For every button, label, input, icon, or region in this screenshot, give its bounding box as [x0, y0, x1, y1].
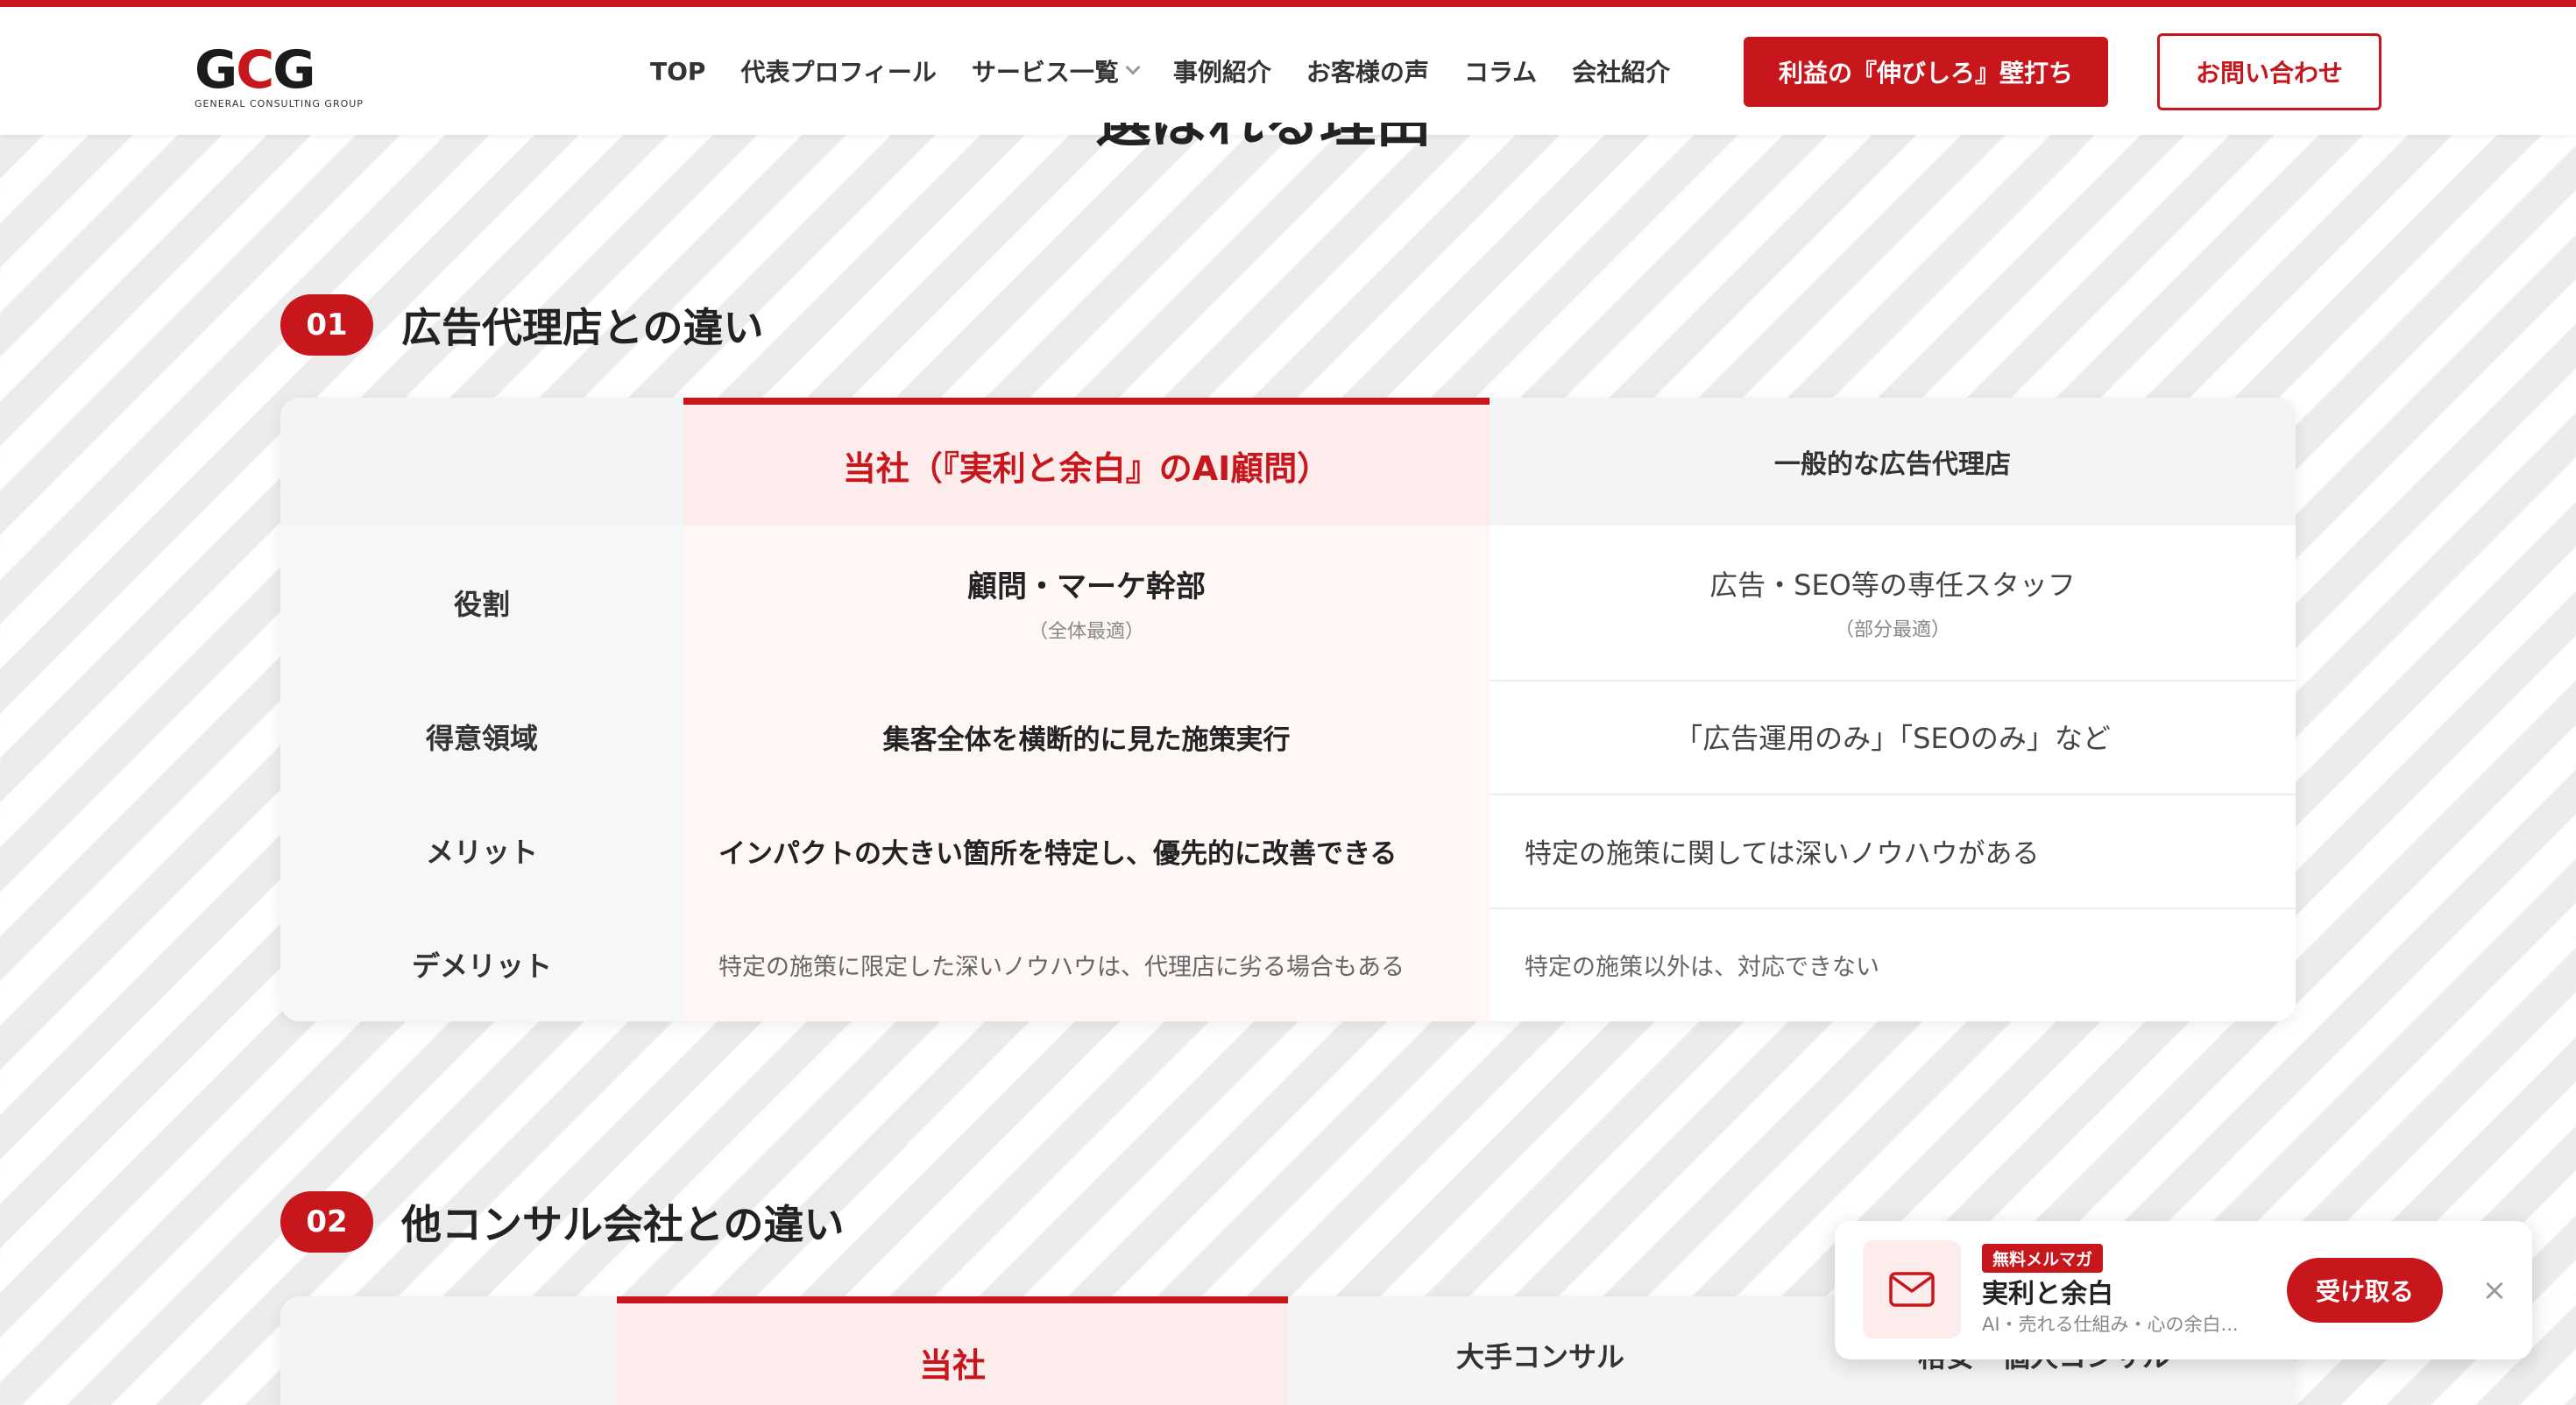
- section-heading-partial: 選ばれる理由: [1095, 123, 1432, 152]
- newsletter-popup: 無料メルマガ 実利と余白 AI・売れる仕組み・心の余白... 受け取る ×: [1835, 1221, 2532, 1359]
- nav-label: サービス一覧: [971, 58, 1119, 87]
- column-header-general: 一般的な広告代理店: [1774, 449, 2011, 480]
- row-label-text: 得意領域: [425, 722, 538, 755]
- table-row-label: デメリット: [280, 907, 683, 1021]
- cell-general: 広告・SEO等の専任スタッフ （部分最適）: [1490, 526, 2296, 680]
- nav-cases[interactable]: 事例紹介: [1173, 53, 1271, 88]
- cell-ours: インパクトの大きい箇所を特定し、優先的に改善できる: [718, 794, 1472, 907]
- nav-label: 会社紹介: [1572, 58, 1671, 87]
- cell-subtext: （全体最適）: [1028, 620, 1144, 643]
- main-nav: TOP 代表プロフィール サービス一覧 事例紹介 お客様の声 コラム 会社紹介: [650, 7, 1670, 135]
- section-title: 広告代理店との違い: [401, 304, 764, 351]
- cell-text: 広告・SEO等の専任スタッフ: [1709, 568, 2076, 602]
- cell-text: 顧問・マーケ幹部: [967, 568, 1206, 604]
- cell-general: 「広告運用のみ」「SEOのみ」など: [1490, 680, 2296, 794]
- nav-services[interactable]: サービス一覧: [971, 53, 1141, 88]
- cell-subtext: （部分最適）: [1834, 619, 1950, 641]
- newsletter-title: 実利と余白: [1982, 1279, 2113, 1310]
- section-number-badge: 01: [280, 294, 373, 356]
- nav-label: 事例紹介: [1172, 58, 1271, 87]
- top-accent-bar: [0, 0, 2576, 7]
- label-column-bg: [280, 1296, 617, 1405]
- nav-profile[interactable]: 代表プロフィール: [740, 53, 936, 88]
- cell-ours: 顧問・マーケ幹部 （全体最適）: [683, 526, 1490, 680]
- column-header-ours: 当社（『実利と余白』のAI顧問）: [683, 398, 1490, 526]
- mail-icon: [1863, 1240, 1961, 1338]
- nav-top[interactable]: TOP: [650, 57, 705, 86]
- comparison-table-ad-agency: 当社（『実利と余白』のAI顧問） 一般的な広告代理店 役割 顧問・マーケ幹部 （…: [280, 398, 2296, 1021]
- newsletter-tag: 無料メルマガ: [1982, 1244, 2104, 1273]
- close-icon[interactable]: ×: [2474, 1270, 2515, 1310]
- section-2-header: 02 他コンサル会社との違い: [280, 1191, 845, 1253]
- column-header-large-consult: 大手コンサル: [1288, 1296, 1793, 1405]
- table-row-label: 役割: [280, 526, 683, 680]
- cell-general: 特定の施策に関しては深いノウハウがある: [1525, 794, 2278, 907]
- cell-text: 特定の施策に関しては深いノウハウがある: [1525, 837, 2040, 870]
- cell-ours: 特定の施策に限定した深いノウハウは、代理店に劣る場合もある: [718, 907, 1472, 1021]
- nav-column[interactable]: コラム: [1464, 53, 1537, 88]
- section-title: 他コンサル会社との違い: [401, 1201, 845, 1248]
- subscribe-button[interactable]: 受け取る: [2287, 1258, 2443, 1323]
- cell-general: 特定の施策以外は、対応できない: [1525, 907, 2278, 1021]
- nav-label: コラム: [1463, 58, 1538, 87]
- nav-label: TOP: [650, 56, 706, 86]
- logo-letter-g1: G: [195, 39, 237, 101]
- row-label-text: デメリット: [411, 950, 552, 983]
- logo-subtitle: GENERAL CONSULTING GROUP: [195, 98, 364, 109]
- cell-text: 「広告運用のみ」「SEOのみ」など: [1674, 722, 2111, 755]
- logo-letter-g2: G: [272, 39, 315, 101]
- cell-text: 集客全体を横断的に見た施策実行: [882, 724, 1291, 756]
- nav-company[interactable]: 会社紹介: [1572, 53, 1670, 88]
- nav-label: 代表プロフィール: [740, 58, 937, 87]
- row-label-text: 役割: [453, 588, 510, 621]
- table-row-label: メリット: [280, 794, 683, 907]
- row-label-text: メリット: [425, 836, 538, 869]
- contact-button[interactable]: お問い合わせ: [2157, 33, 2381, 110]
- cell-text: インパクトの大きい箇所を特定し、優先的に改善できる: [718, 837, 1398, 870]
- logo-mark: G C G: [195, 39, 414, 101]
- cell-text: 特定の施策以外は、対応できない: [1525, 953, 1879, 981]
- chevron-down-icon: [1125, 60, 1141, 75]
- section-1-header: 01 広告代理店との違い: [280, 294, 764, 356]
- column-header-ours: 当社: [617, 1296, 1288, 1405]
- cell-text: 特定の施策に限定した深いノウハウは、代理店に劣る場合もある: [718, 953, 1405, 981]
- logo[interactable]: G C G GENERAL CONSULTING GROUP: [195, 39, 414, 116]
- newsletter-description: AI・売れる仕組み・心の余白...: [1982, 1314, 2239, 1335]
- nav-testimonials[interactable]: お客様の声: [1306, 53, 1429, 88]
- profit-consult-button[interactable]: 利益の『伸びしろ』壁打ち: [1744, 37, 2108, 107]
- section-number-badge: 02: [280, 1191, 373, 1253]
- table-row-label: 得意領域: [280, 680, 683, 794]
- cell-ours: 集客全体を横断的に見た施策実行: [683, 680, 1490, 794]
- logo-letter-c: C: [236, 39, 274, 101]
- nav-label: お客様の声: [1306, 58, 1429, 87]
